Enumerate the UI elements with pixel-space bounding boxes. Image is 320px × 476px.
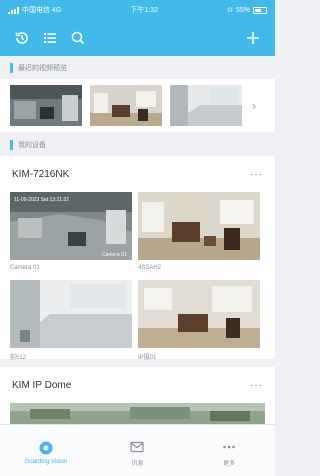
list-icon[interactable]: [36, 24, 64, 52]
devices-section-title: 我的设备: [18, 142, 46, 149]
devices-section-header: 我的设备: [0, 134, 275, 156]
camera-tile[interactable]: 4SSAH2: [138, 192, 260, 276]
tab-label: Guarding Vision: [24, 459, 68, 465]
clock: 下午1:32: [130, 7, 159, 14]
section-marker: [10, 140, 13, 150]
recent-thumbnail[interactable]: [170, 85, 242, 126]
recent-section-header: 最近的视频预览: [0, 57, 275, 79]
battery-text: 55%: [235, 6, 250, 14]
camera-tab-icon: [39, 441, 53, 455]
recent-section-title: 最近的视频预览: [18, 65, 67, 72]
camera-label: IP摄01: [138, 354, 157, 361]
device-card: KIM IP Dome ···: [0, 367, 275, 424]
recent-thumbnail[interactable]: [10, 85, 82, 126]
top-toolbar: [0, 20, 275, 56]
more-options-icon[interactable]: ···: [250, 169, 263, 180]
camera-preview[interactable]: [10, 280, 132, 348]
history-icon[interactable]: [8, 24, 36, 52]
bottom-tab-bar: Guarding Vision 讯息 更多: [0, 424, 275, 476]
camera-preview[interactable]: 11-09-2023 Sat 13:21:32 Camera 01: [10, 192, 132, 260]
device-name[interactable]: KIM IP Dome: [12, 380, 71, 391]
tab-guarding-vision[interactable]: Guarding Vision: [6, 440, 86, 465]
section-marker: [10, 63, 13, 73]
app-header: 中国电信 4G 下午1:32 ⊙ 55%: [0, 0, 275, 56]
camera-preview[interactable]: [10, 403, 265, 424]
camera-label: 前512: [10, 354, 27, 361]
more-icon: [223, 445, 235, 448]
camera-overlay-timestamp: 11-09-2023 Sat 13:21:32: [14, 197, 69, 203]
recent-preview-strip: ›: [0, 79, 275, 132]
tab-more[interactable]: 更多: [189, 439, 269, 467]
location-icon: ⊙: [227, 7, 233, 14]
device-card: KIM-7216NK ··· 11-09-2023 Sat 13:21:32 C…: [0, 156, 275, 361]
camera-tile[interactable]: 11-09-2023 Sat 13:21:32 Camera 01 Camera…: [10, 192, 132, 276]
chevron-right-icon[interactable]: ›: [252, 99, 256, 113]
signal-icon: [8, 6, 19, 14]
camera-preview[interactable]: [138, 192, 260, 260]
recent-thumbnail[interactable]: [90, 85, 162, 126]
battery-icon: [253, 6, 267, 14]
camera-label: Camera 01: [10, 265, 40, 271]
tab-messages[interactable]: 讯息: [97, 439, 177, 467]
search-icon[interactable]: [64, 24, 92, 52]
camera-tile[interactable]: 前512: [10, 280, 132, 364]
carrier-text: 中国电信 4G: [22, 7, 62, 14]
message-icon: [130, 441, 145, 452]
camera-overlay-tag: Camera 01: [102, 252, 127, 258]
status-bar: 中国电信 4G 下午1:32 ⊙ 55%: [0, 0, 275, 20]
camera-tile[interactable]: IP摄01: [138, 280, 260, 364]
add-icon[interactable]: [239, 24, 267, 52]
camera-preview[interactable]: [138, 280, 260, 348]
device-name[interactable]: KIM-7216NK: [12, 169, 69, 180]
tab-label: 讯息: [131, 460, 144, 467]
tab-label: 更多: [223, 460, 236, 467]
more-options-icon[interactable]: ···: [250, 380, 263, 391]
camera-label: 4SSAH2: [138, 265, 162, 271]
